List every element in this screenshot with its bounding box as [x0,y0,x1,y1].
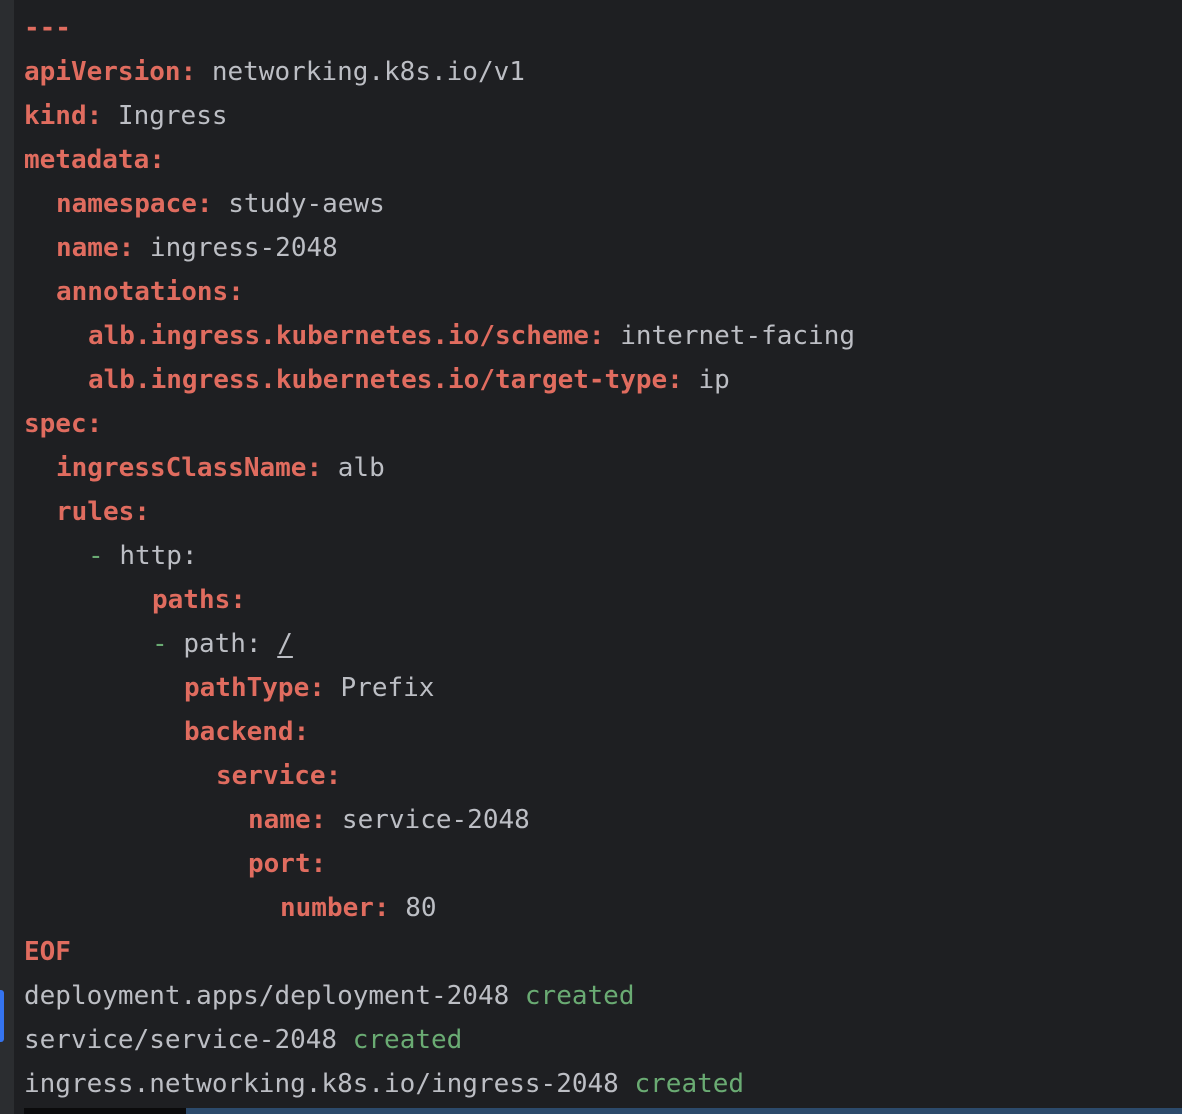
yaml-value: study-aews [212,189,385,219]
code-line: port: [24,842,855,886]
yaml-value: alb [322,453,385,483]
code-line: ingressClassName: alb [24,446,855,490]
code-line: paths: [24,578,855,622]
output-resource: ingress.networking.k8s.io/ingress-2048 [24,1069,635,1099]
yaml-key: alb.ingress.kubernetes.io/scheme: [88,321,605,351]
yaml-key: number: [280,893,390,923]
code-line: alb.ingress.kubernetes.io/scheme: intern… [24,314,855,358]
yaml-list-dash: - [88,541,120,571]
heredoc-eof: EOF [24,937,71,967]
output-line: ingress.networking.k8s.io/ingress-2048 c… [24,1062,855,1106]
yaml-key: pathType: [184,673,325,703]
yaml-value: ingress-2048 [134,233,338,263]
scrollbar-thumb[interactable] [186,1108,1182,1114]
yaml-value: Prefix [324,673,435,703]
horizontal-scrollbar[interactable] [24,1108,1182,1114]
change-marker[interactable] [0,990,4,1042]
yaml-list-dash: - [152,629,184,659]
yaml-separator: --- [24,13,71,43]
yaml-key: rules: [56,497,150,527]
editor-gutter [0,0,14,1114]
output-status: created [524,981,635,1011]
code-line: alb.ingress.kubernetes.io/target-type: i… [24,358,855,402]
code-block: --- apiVersion: networking.k8s.io/v1 kin… [24,6,855,1106]
code-line: backend: [24,710,855,754]
code-line: annotations: [24,270,855,314]
yaml-key: metadata: [24,145,165,175]
yaml-key: paths: [152,585,246,615]
code-line: rules: [24,490,855,534]
path-link[interactable]: / [277,629,293,659]
yaml-key: backend: [184,717,310,747]
terminal-editor: --- apiVersion: networking.k8s.io/v1 kin… [0,0,1182,1114]
output-line: service/service-2048 created [24,1018,855,1062]
yaml-value: path: [183,629,278,659]
yaml-value: ip [682,365,730,395]
yaml-key: alb.ingress.kubernetes.io/target-type: [88,365,683,395]
code-line: service: [24,754,855,798]
yaml-value: 80 [389,893,437,923]
output-status: created [634,1069,745,1099]
yaml-key: port: [248,849,327,879]
scrollbar-track [24,1108,186,1114]
code-line: --- [24,6,855,50]
yaml-value: http: [119,541,198,571]
code-line: - path: / [24,622,855,666]
output-status: created [352,1025,463,1055]
yaml-value: networking.k8s.io/v1 [196,57,525,87]
code-line: name: ingress-2048 [24,226,855,270]
yaml-key: namespace: [56,189,213,219]
yaml-key: kind: [24,101,103,131]
code-line: pathType: Prefix [24,666,855,710]
yaml-key: name: [248,805,327,835]
yaml-key: annotations: [56,277,244,307]
yaml-key: apiVersion: [24,57,197,87]
code-line: EOF [24,930,855,974]
code-line: kind: Ingress [24,94,855,138]
yaml-value: internet-facing [604,321,856,351]
output-resource: deployment.apps/deployment-2048 [24,981,525,1011]
output-resource: service/service-2048 [24,1025,353,1055]
code-line: spec: [24,402,855,446]
yaml-key: service: [216,761,342,791]
yaml-value: service-2048 [326,805,530,835]
code-line: apiVersion: networking.k8s.io/v1 [24,50,855,94]
code-line: namespace: study-aews [24,182,855,226]
code-line: number: 80 [24,886,855,930]
output-line: deployment.apps/deployment-2048 created [24,974,855,1018]
code-line: name: service-2048 [24,798,855,842]
yaml-key: ingressClassName: [56,453,323,483]
yaml-value: Ingress [102,101,228,131]
yaml-key: spec: [24,409,103,439]
yaml-key: name: [56,233,135,263]
code-line: metadata: [24,138,855,182]
code-line: - http: [24,534,855,578]
